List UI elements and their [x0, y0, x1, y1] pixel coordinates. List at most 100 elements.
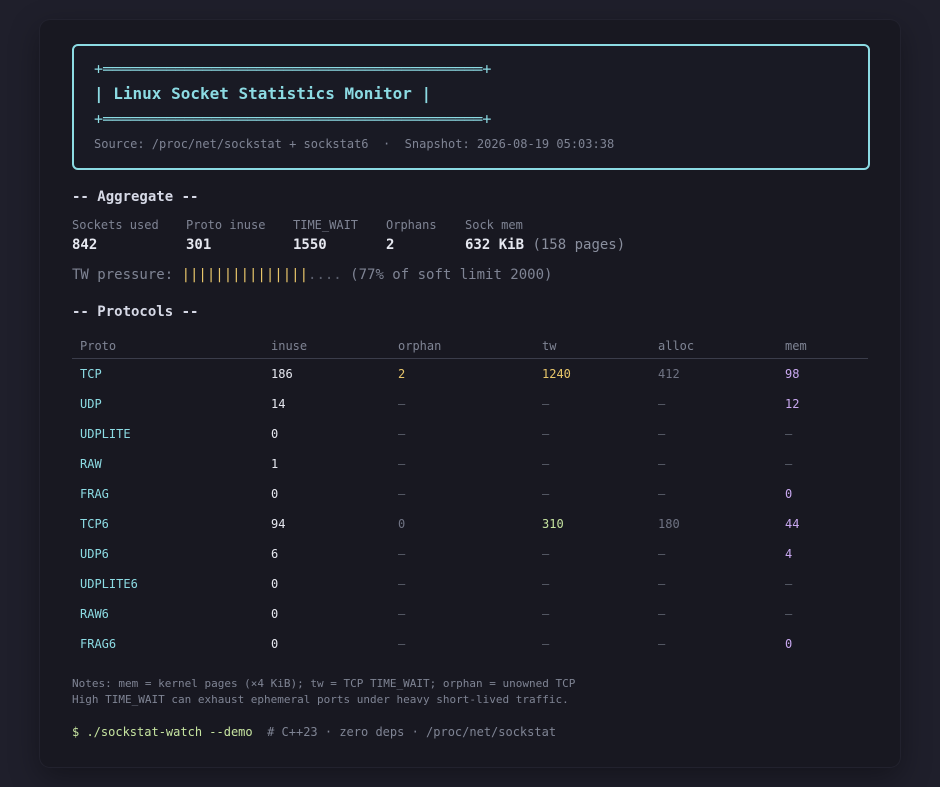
- cell-alloc: 412: [658, 367, 680, 381]
- cell-mem: 44: [785, 517, 800, 531]
- page-title: | Linux Socket Statistics Monitor |: [94, 84, 432, 103]
- tw-pressure-remaining: ....: [308, 267, 342, 283]
- cell-orphan: –: [398, 397, 406, 411]
- cell-orphan: 0: [398, 517, 406, 531]
- tw-pressure-bars: |||||||||||||||: [181, 267, 309, 283]
- table-row: UDP6 6 – – – 4: [72, 539, 868, 569]
- sock-mem-pages: (158 pages): [532, 237, 626, 253]
- cell-alloc: –: [658, 487, 666, 501]
- protocols-table: Proto inuse orphan tw alloc mem TCP 186 …: [72, 334, 868, 659]
- command-text: $ ./sockstat-watch --demo: [72, 725, 253, 739]
- sock-mem-value: 632 KiB: [465, 237, 525, 253]
- agg-value-orphans: 2: [386, 237, 395, 253]
- table-row: TCP6 94 0 310 180 44: [72, 509, 868, 539]
- cell-proto: RAW: [80, 457, 102, 471]
- banner-top-border: +═══════════════════════════════════════…: [94, 60, 492, 78]
- cell-tw: –: [542, 397, 550, 411]
- col-header-orphan: orphan: [390, 334, 534, 359]
- tw-pressure-label: TW pressure:: [72, 267, 182, 283]
- cell-proto: UDP6: [80, 547, 109, 561]
- cell-alloc: –: [658, 577, 666, 591]
- cell-tw: –: [542, 457, 550, 471]
- table-row: UDPLITE6 0 – – – –: [72, 569, 868, 599]
- cell-alloc: –: [658, 457, 666, 471]
- cell-mem: –: [785, 427, 793, 441]
- source-snapshot-line: Source: /proc/net/sockstat + sockstat6 ·…: [94, 137, 615, 151]
- agg-label-time-wait: TIME_WAIT: [293, 218, 359, 232]
- cell-tw: –: [542, 547, 550, 561]
- cell-orphan: –: [398, 427, 406, 441]
- table-header-row: Proto inuse orphan tw alloc mem: [72, 334, 868, 359]
- header-banner: +═══════════════════════════════════════…: [72, 44, 870, 170]
- cell-tw: –: [542, 427, 550, 441]
- cell-orphan: –: [398, 577, 406, 591]
- cell-alloc: –: [658, 607, 666, 621]
- cell-orphan: –: [398, 487, 406, 501]
- tw-pressure-meter: TW pressure: |||||||||||||||.... (77% of…: [72, 267, 552, 283]
- cell-orphan: –: [398, 607, 406, 621]
- cell-inuse: 0: [271, 607, 279, 621]
- col-header-inuse: inuse: [263, 334, 390, 359]
- cell-alloc: –: [658, 397, 666, 411]
- cell-inuse: 1: [271, 457, 279, 471]
- table-row: RAW 1 – – – –: [72, 449, 868, 479]
- cell-proto: FRAG: [80, 487, 109, 501]
- table-row: RAW6 0 – – – –: [72, 599, 868, 629]
- cell-inuse: 6: [271, 547, 279, 561]
- aggregate-heading: -- Aggregate --: [72, 189, 199, 205]
- cell-inuse: 0: [271, 487, 279, 501]
- protocols-heading: -- Protocols --: [72, 304, 199, 320]
- cell-mem: 4: [785, 547, 793, 561]
- cell-inuse: 94: [271, 517, 286, 531]
- cell-mem: –: [785, 577, 793, 591]
- table-row: TCP 186 2 1240 412 98: [72, 359, 868, 390]
- table-row: UDPLITE 0 – – – –: [72, 419, 868, 449]
- table-row: UDP 14 – – – 12: [72, 389, 868, 419]
- cell-proto: RAW6: [80, 607, 109, 621]
- cell-tw: 1240: [542, 367, 571, 381]
- cell-inuse: 14: [271, 397, 286, 411]
- cell-mem: 0: [785, 487, 793, 501]
- table-row: FRAG6 0 – – – 0: [72, 629, 868, 659]
- cell-proto: UDP: [80, 397, 102, 411]
- agg-label-proto-inuse: Proto inuse: [186, 218, 266, 232]
- agg-value-sock-mem: 632 KiB (158 pages): [465, 237, 625, 253]
- cell-proto: TCP: [80, 367, 102, 381]
- agg-value-sockets-used: 842: [72, 237, 98, 253]
- cell-mem: –: [785, 607, 793, 621]
- cell-inuse: 0: [271, 427, 279, 441]
- cell-proto: UDPLITE: [80, 427, 131, 441]
- banner-bottom-border: +═══════════════════════════════════════…: [94, 110, 492, 128]
- tw-pressure-text: (77% of soft limit 2000): [341, 267, 553, 283]
- agg-label-orphans: Orphans: [386, 218, 437, 232]
- cell-tw: –: [542, 487, 550, 501]
- cell-alloc: 180: [658, 517, 680, 531]
- agg-value-proto-inuse: 301: [186, 237, 212, 253]
- cell-tw: 310: [542, 517, 564, 531]
- col-header-tw: tw: [534, 334, 650, 359]
- cell-orphan: –: [398, 637, 406, 651]
- notes-line-2: High TIME_WAIT can exhaust ephemeral por…: [72, 693, 569, 706]
- agg-label-sockets-used: Sockets used: [72, 218, 159, 232]
- command-comment: # C++23 · zero deps · /proc/net/sockstat: [252, 725, 557, 739]
- cell-mem: 12: [785, 397, 800, 411]
- col-header-proto: Proto: [72, 334, 263, 359]
- col-header-mem: mem: [777, 334, 868, 359]
- cell-proto: TCP6: [80, 517, 109, 531]
- cell-alloc: –: [658, 547, 666, 561]
- cell-orphan: 2: [398, 367, 406, 381]
- monitor-panel: +═══════════════════════════════════════…: [40, 20, 900, 767]
- cell-mem: –: [785, 457, 793, 471]
- cell-mem: 0: [785, 637, 793, 651]
- notes-line-1: Notes: mem = kernel pages (×4 KiB); tw =…: [72, 677, 576, 690]
- cell-alloc: –: [658, 637, 666, 651]
- cell-orphan: –: [398, 457, 406, 471]
- cell-inuse: 0: [271, 637, 279, 651]
- cell-proto: UDPLITE6: [80, 577, 138, 591]
- cell-tw: –: [542, 577, 550, 591]
- command-line: $ ./sockstat-watch --demo # C++23 · zero…: [72, 725, 556, 739]
- agg-value-time-wait: 1550: [293, 237, 327, 253]
- notes-block: Notes: mem = kernel pages (×4 KiB); tw =…: [72, 676, 575, 708]
- col-header-alloc: alloc: [650, 334, 777, 359]
- cell-orphan: –: [398, 547, 406, 561]
